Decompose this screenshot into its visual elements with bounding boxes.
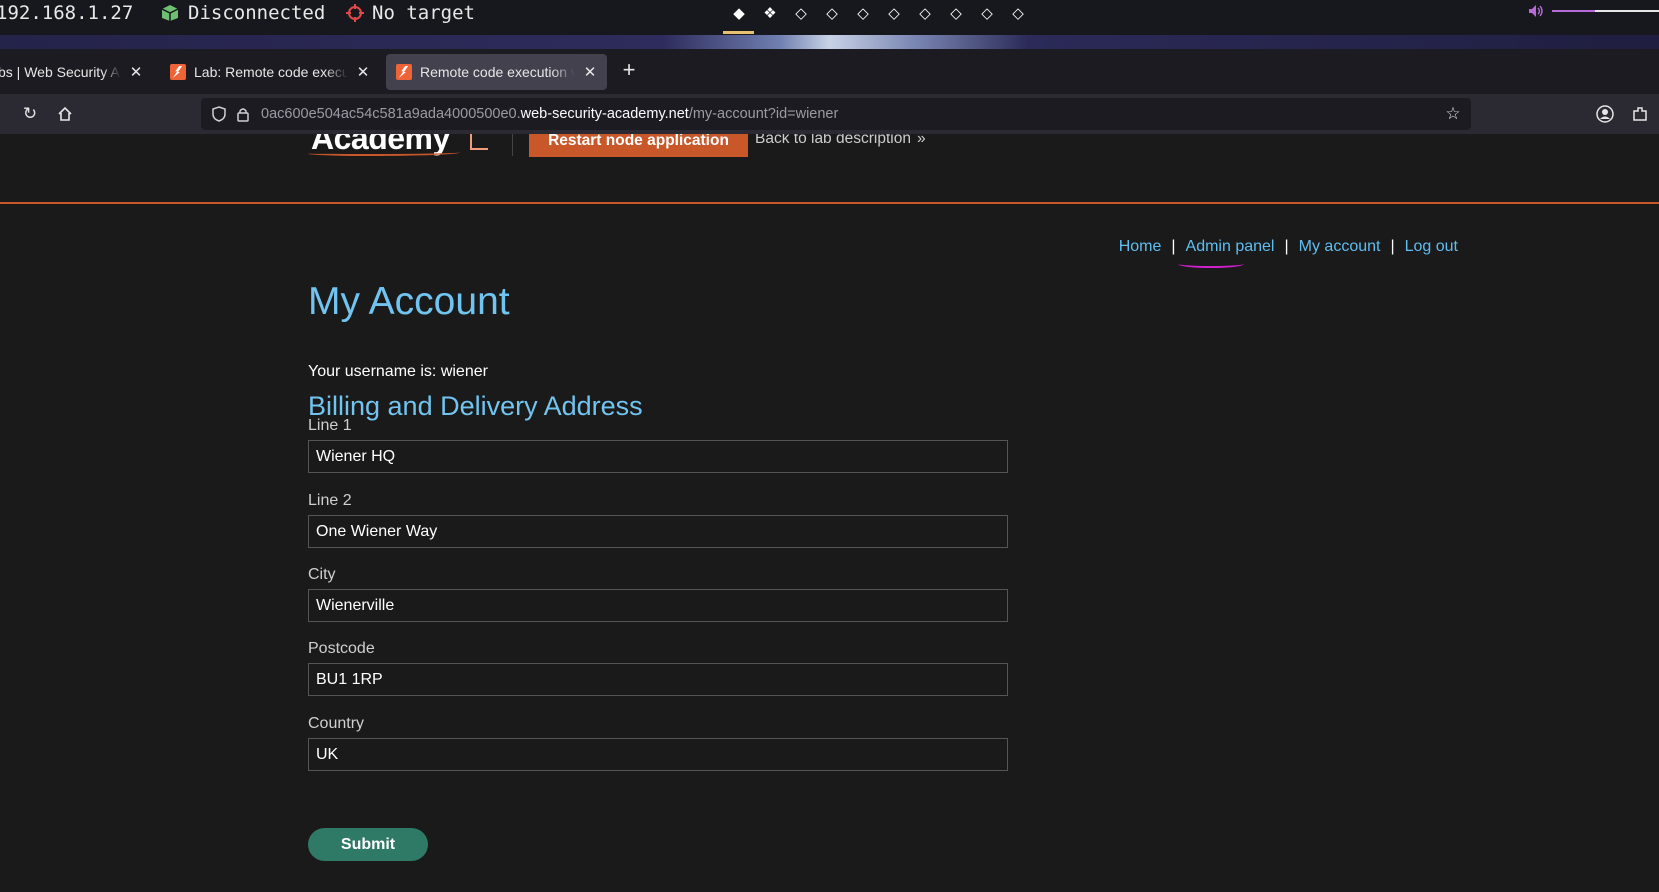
logo-bracket-icon bbox=[470, 134, 488, 150]
back-link-text: Back to lab description bbox=[755, 134, 911, 147]
workspace-5[interactable]: ◇ bbox=[854, 4, 872, 22]
tab-title: Remote code execution via bbox=[420, 64, 575, 80]
volume-level bbox=[1552, 10, 1595, 12]
workspace-3[interactable]: ◇ bbox=[792, 4, 810, 22]
submit-button[interactable]: Submit bbox=[308, 828, 428, 861]
ip-indicator: 192.168.1.27 bbox=[0, 2, 133, 24]
target-text: No target bbox=[372, 2, 475, 24]
lock-icon[interactable] bbox=[233, 104, 253, 124]
workspace-1[interactable]: ◆ bbox=[730, 4, 748, 22]
nav-home-link[interactable]: Home bbox=[1119, 238, 1162, 256]
header-divider bbox=[512, 134, 513, 156]
shield-icon[interactable] bbox=[209, 104, 229, 124]
wallpaper-strip bbox=[0, 35, 1659, 49]
workspace-9[interactable]: ◇ bbox=[978, 4, 996, 22]
annotation-underline bbox=[1178, 260, 1244, 268]
nav-log-out-link[interactable]: Log out bbox=[1405, 238, 1458, 256]
workspace-10[interactable]: ◇ bbox=[1009, 4, 1027, 22]
workspace-4[interactable]: ◇ bbox=[823, 4, 841, 22]
workspace-switcher: ◆ ❖ ◇ ◇ ◇ ◇ ◇ ◇ ◇ ◇ bbox=[730, 4, 1027, 22]
crosshair-icon bbox=[346, 4, 364, 22]
workspace-6[interactable]: ◇ bbox=[885, 4, 903, 22]
tab-bar: bs | Web Security Aca ✕ Lab: Remote code… bbox=[0, 49, 1659, 94]
vpn-indicator: Disconnected bbox=[160, 2, 325, 24]
url-text[interactable]: 0ac600e504ac54c581a9ada4000500e0.web-sec… bbox=[261, 106, 838, 122]
top-navigation: Home | Admin panel | My account | Log ou… bbox=[1119, 238, 1458, 256]
nav-admin-panel-link[interactable]: Admin panel bbox=[1186, 238, 1275, 256]
line2-label: Line 2 bbox=[308, 492, 352, 509]
tab-title: Lab: Remote code execution bbox=[194, 64, 348, 80]
close-icon[interactable]: ✕ bbox=[356, 63, 370, 81]
url-host: web-security-academy.net bbox=[520, 106, 689, 122]
bookmark-star-icon[interactable]: ☆ bbox=[1443, 104, 1463, 124]
url-bar[interactable]: 0ac600e504ac54c581a9ada4000500e0.web-sec… bbox=[201, 98, 1471, 130]
portswigger-favicon-icon bbox=[396, 64, 412, 80]
city-input[interactable] bbox=[308, 589, 1008, 622]
nav-separator: | bbox=[1284, 238, 1289, 255]
volume-slider[interactable] bbox=[1552, 10, 1659, 12]
portswigger-favicon-icon bbox=[170, 64, 186, 80]
workspace-7[interactable]: ◇ bbox=[916, 4, 934, 22]
speaker-icon bbox=[1529, 5, 1543, 17]
postcode-label: Postcode bbox=[308, 640, 375, 657]
home-icon[interactable] bbox=[54, 103, 76, 125]
chevron-right-icon: » bbox=[916, 134, 926, 147]
nav-my-account-link[interactable]: My account bbox=[1299, 238, 1381, 256]
page-title: My Account bbox=[308, 280, 510, 323]
tab-title: bs | Web Security Aca bbox=[0, 64, 121, 80]
target-indicator: No target bbox=[346, 2, 475, 24]
url-path: /my-account?id=wiener bbox=[688, 106, 839, 122]
country-label: Country bbox=[308, 715, 365, 732]
volume-control[interactable] bbox=[1528, 4, 1659, 18]
section-title: Billing and Delivery Address bbox=[308, 391, 643, 421]
reload-icon[interactable]: ↻ bbox=[19, 103, 41, 125]
username-text: Your username is: wiener bbox=[308, 363, 488, 380]
active-workspace-indicator bbox=[723, 31, 754, 34]
line2-input[interactable] bbox=[308, 515, 1008, 548]
tab-web-security[interactable]: bs | Web Security Aca ✕ bbox=[0, 54, 153, 90]
workspace-2[interactable]: ❖ bbox=[761, 4, 779, 22]
account-icon[interactable] bbox=[1594, 103, 1616, 125]
city-label: City bbox=[308, 566, 336, 583]
system-bar: 192.168.1.27 Disconnected No target ◆ ❖ … bbox=[0, 0, 1659, 35]
line1-input[interactable] bbox=[308, 440, 1008, 473]
country-input[interactable] bbox=[308, 738, 1008, 771]
workspace-8[interactable]: ◇ bbox=[947, 4, 965, 22]
nav-separator: | bbox=[1171, 238, 1176, 255]
close-icon[interactable]: ✕ bbox=[129, 63, 143, 81]
page-content: Academy Restart node application Back to… bbox=[0, 134, 1659, 892]
tab-remote-code-execution[interactable]: Remote code execution via ✕ bbox=[386, 54, 607, 90]
lab-header: Academy Restart node application Back to… bbox=[0, 134, 1659, 204]
url-prefix: 0ac600e504ac54c581a9ada4000500e0. bbox=[261, 106, 521, 122]
postcode-input[interactable] bbox=[308, 663, 1008, 696]
restart-node-button[interactable]: Restart node application bbox=[529, 134, 748, 157]
line1-label: Line 1 bbox=[308, 417, 352, 434]
vpn-status-text: Disconnected bbox=[188, 2, 326, 24]
ip-text: 192.168.1.27 bbox=[0, 2, 134, 24]
new-tab-button[interactable]: + bbox=[618, 56, 640, 84]
extensions-icon[interactable] bbox=[1629, 103, 1651, 125]
tab-lab[interactable]: Lab: Remote code execution ✕ bbox=[160, 54, 380, 90]
nav-separator: | bbox=[1390, 238, 1395, 255]
navigation-bar: ↻ 0ac600e504ac54c581a9ada4000500e0.web-s… bbox=[0, 94, 1659, 134]
close-icon[interactable]: ✕ bbox=[583, 63, 597, 81]
box-icon bbox=[161, 5, 179, 21]
back-to-lab-link[interactable]: Back to lab description » bbox=[755, 134, 926, 148]
